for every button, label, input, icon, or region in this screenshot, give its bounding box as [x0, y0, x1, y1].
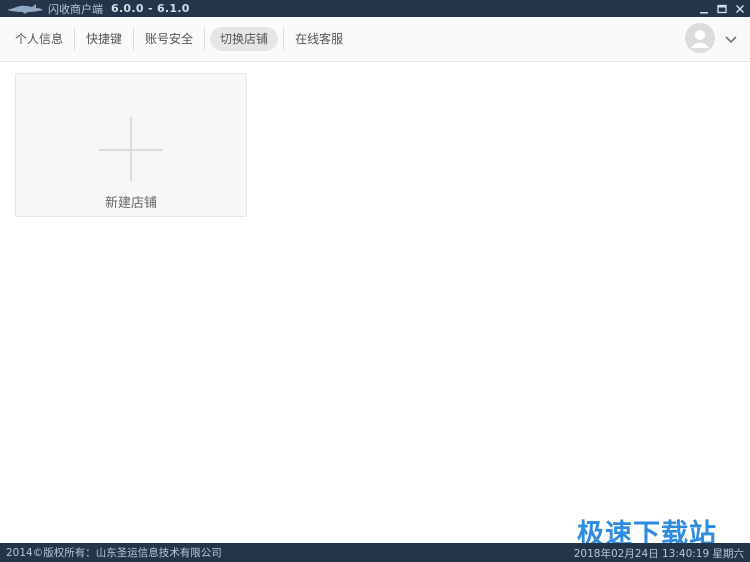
menu-separator — [133, 28, 135, 50]
menu-bar: 个人信息 快捷键 账号安全 切换店铺 在线客服 — [0, 17, 750, 62]
menu-item-shortcuts[interactable]: 快捷键 — [80, 27, 128, 51]
chevron-down-icon[interactable] — [724, 32, 738, 46]
status-bar: 2014©版权所有：山东圣运信息技术有限公司 2018年02月24日 13:40… — [0, 543, 750, 562]
menu-item-online-support[interactable]: 在线客服 — [289, 27, 349, 51]
minimize-icon[interactable] — [698, 3, 710, 15]
maximize-icon[interactable] — [716, 3, 728, 15]
avatar-icon[interactable] — [685, 23, 715, 53]
copyright-text: 2014©版权所有：山东圣运信息技术有限公司 — [6, 547, 222, 559]
menu-item-account-security[interactable]: 账号安全 — [139, 27, 199, 51]
app-name: 闪收商户端 — [48, 2, 103, 16]
version-label: 6.0.0 - 6.1.0 — [111, 2, 190, 15]
close-icon[interactable] — [734, 3, 746, 15]
menu-item-profile[interactable]: 个人信息 — [9, 27, 69, 51]
shark-logo-icon — [6, 2, 46, 16]
menu-separator — [204, 28, 206, 50]
menu-separator — [74, 28, 76, 50]
new-store-card[interactable]: 新建店铺 — [15, 73, 247, 217]
title-bar: 闪收商户端 6.0.0 - 6.1.0 — [0, 0, 750, 17]
window-controls — [698, 0, 746, 17]
new-store-label: 新建店铺 — [104, 196, 157, 211]
menu-item-switch-store[interactable]: 切换店铺 — [210, 27, 279, 51]
datetime-text: 2018年02月24日 13:40:19 星期六 — [573, 548, 744, 560]
menu-separator — [283, 28, 285, 50]
